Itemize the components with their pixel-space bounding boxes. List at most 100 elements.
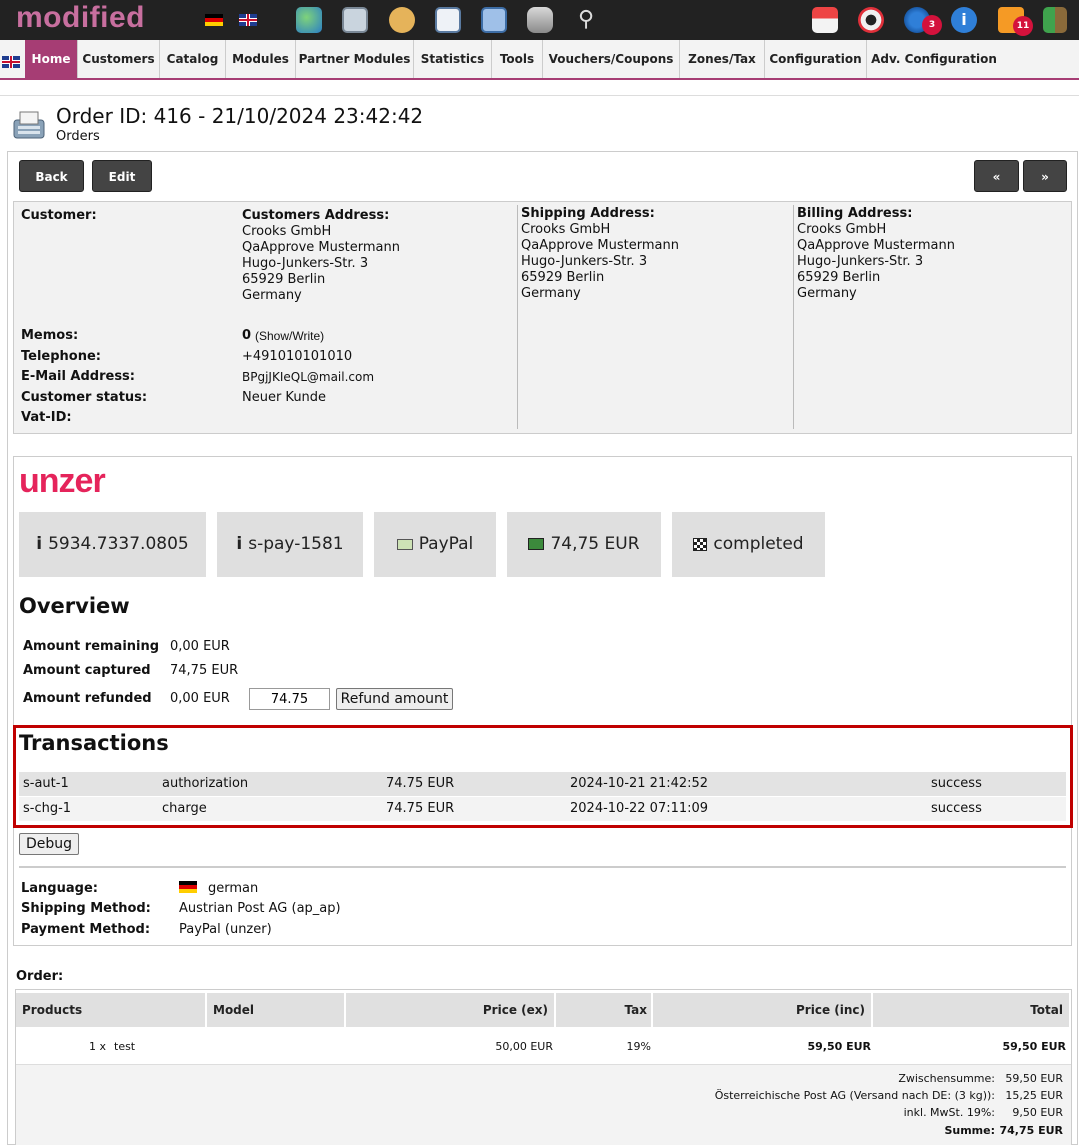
nav-tools[interactable]: Tools	[492, 40, 543, 78]
shipping-address-line: Hugo-Junkers-Str. 3	[521, 254, 648, 269]
nav-partner-modules[interactable]: Partner Modules	[296, 40, 414, 78]
column-header-total: Total	[873, 993, 1069, 1027]
memos-count: 0	[242, 328, 252, 343]
transaction-amount: 74.75 EUR	[386, 801, 455, 816]
next-order-button[interactable]: »	[1023, 160, 1067, 192]
divider	[0, 95, 1079, 96]
short-id-pill: i s-pay-1581	[217, 512, 363, 577]
refund-amount-input[interactable]	[249, 688, 330, 710]
nav-vouchers-coupons[interactable]: Vouchers/Coupons	[543, 40, 680, 78]
database-icon[interactable]	[527, 7, 553, 33]
page-subtitle: Orders	[56, 129, 100, 144]
page-title: Order ID: 416 - 21/10/2024 23:42:42	[56, 104, 424, 128]
nav-adv-configuration[interactable]: Adv. Configuration	[867, 40, 1001, 78]
debug-button[interactable]: Debug	[19, 833, 79, 855]
prev-order-button[interactable]: «	[974, 160, 1019, 192]
billing-address-line: Crooks GmbH	[797, 222, 887, 237]
nav-customers[interactable]: Customers	[78, 40, 160, 78]
overview-heading: Overview	[19, 594, 130, 618]
shop-icon[interactable]	[812, 7, 838, 33]
transaction-id: s-chg-1	[23, 801, 72, 816]
money-icon	[528, 538, 545, 550]
language-flag-icon[interactable]	[2, 56, 20, 68]
email-link[interactable]: BPgjJKIeQL@mail.com	[242, 369, 374, 385]
order-label: Order:	[16, 969, 64, 984]
divider	[19, 866, 1066, 868]
billing-address-label: Billing Address:	[797, 206, 913, 221]
customer-status-value: Neuer Kunde	[242, 390, 327, 405]
grand-total-label: Summe:	[944, 1124, 995, 1137]
telephone-label: Telephone:	[21, 349, 101, 364]
customers-address-label: Customers Address:	[242, 208, 390, 223]
vat-value: 9,50 EUR	[1012, 1106, 1063, 1119]
vat-label: inkl. MwSt. 19%:	[903, 1106, 995, 1119]
product-tax: 19%	[626, 1040, 651, 1053]
amount-captured-value: 74,75 EUR	[170, 663, 239, 678]
customers-address-line: 65929 Berlin	[242, 272, 326, 287]
amount-refunded-label: Amount refunded	[23, 691, 152, 706]
billing-address-line: QaApprove Mustermann	[797, 238, 955, 253]
memos-link[interactable]: (Show/Write)	[255, 328, 324, 344]
product-price-ex: 50,00 EUR	[495, 1040, 553, 1053]
grand-total-value: 74,75 EUR	[999, 1124, 1063, 1137]
transaction-type: authorization	[162, 776, 249, 791]
nav-configuration[interactable]: Configuration	[765, 40, 867, 78]
forms-icon[interactable]	[435, 7, 461, 33]
payment-type-pill: PayPal	[374, 512, 496, 577]
nav-home[interactable]: Home	[25, 40, 78, 78]
payment-id: 5934.7337.0805	[48, 534, 189, 554]
info-icon[interactable]: i	[951, 7, 977, 33]
back-button[interactable]: Back	[19, 160, 84, 192]
nav-statistics[interactable]: Statistics	[414, 40, 492, 78]
transaction-date: 2024-10-21 21:42:52	[570, 776, 709, 791]
globe-icon[interactable]	[296, 7, 322, 33]
transaction-status: success	[931, 801, 982, 816]
info-icon: i	[36, 534, 43, 554]
orders-icon[interactable]	[342, 7, 368, 33]
unzer-logo: unzer	[19, 462, 106, 500]
product-price-inc: 59,50 EUR	[807, 1040, 871, 1053]
telephone-value: +491010101010	[242, 349, 353, 364]
column-header-model: Model	[207, 993, 345, 1027]
amount-remaining-value: 0,00 EUR	[170, 639, 230, 654]
amount-captured-label: Amount captured	[23, 663, 151, 678]
orders-page-icon	[12, 110, 46, 140]
transaction-date: 2024-10-22 07:11:09	[570, 801, 709, 816]
shipping-method-label: Shipping Method:	[21, 901, 151, 916]
customers-icon[interactable]	[389, 7, 415, 33]
refund-amount-button[interactable]: Refund amount	[336, 688, 453, 710]
search-icon[interactable]: ⚲	[573, 7, 599, 33]
payment-method-value: PayPal (unzer)	[179, 922, 272, 937]
payment-type: PayPal	[418, 534, 474, 554]
de-flag-icon[interactable]	[205, 14, 223, 26]
transaction-row: s-aut-1 authorization 74.75 EUR 2024-10-…	[19, 772, 1066, 796]
transaction-status: success	[931, 776, 982, 791]
transaction-row: s-chg-1 charge 74.75 EUR 2024-10-22 07:1…	[19, 797, 1066, 821]
transactions-heading: Transactions	[19, 731, 169, 755]
help-icon[interactable]	[858, 7, 884, 33]
rss-badge: 11	[1013, 16, 1033, 36]
nav-catalog[interactable]: Catalog	[160, 40, 226, 78]
shipping-cost-value: 15,25 EUR	[1005, 1089, 1063, 1102]
logout-icon[interactable]	[1043, 7, 1067, 33]
customers-address-line: QaApprove Mustermann	[242, 240, 400, 255]
nav-zones-tax[interactable]: Zones/Tax	[680, 40, 765, 78]
app-logo[interactable]: modified	[16, 1, 145, 35]
amount-remaining-label: Amount remaining	[23, 639, 160, 654]
divider	[517, 205, 518, 429]
transaction-id: s-aut-1	[23, 776, 69, 791]
uk-flag-icon[interactable]	[239, 14, 257, 26]
shipping-address-label: Shipping Address:	[521, 206, 655, 221]
card-icon	[396, 538, 413, 550]
edit-button[interactable]: Edit	[92, 160, 152, 192]
customer-status-label: Customer status:	[21, 390, 148, 405]
de-flag-icon	[179, 881, 197, 893]
vat-id-label: Vat-ID:	[21, 410, 72, 425]
column-header-price-ex: Price (ex)	[346, 993, 555, 1027]
copy-icon[interactable]	[481, 7, 507, 33]
state: completed	[713, 534, 804, 554]
shipping-address-line: QaApprove Mustermann	[521, 238, 679, 253]
payment-method-label: Payment Method:	[21, 922, 151, 937]
nav-modules[interactable]: Modules	[226, 40, 296, 78]
billing-address-line: Germany	[797, 286, 857, 301]
